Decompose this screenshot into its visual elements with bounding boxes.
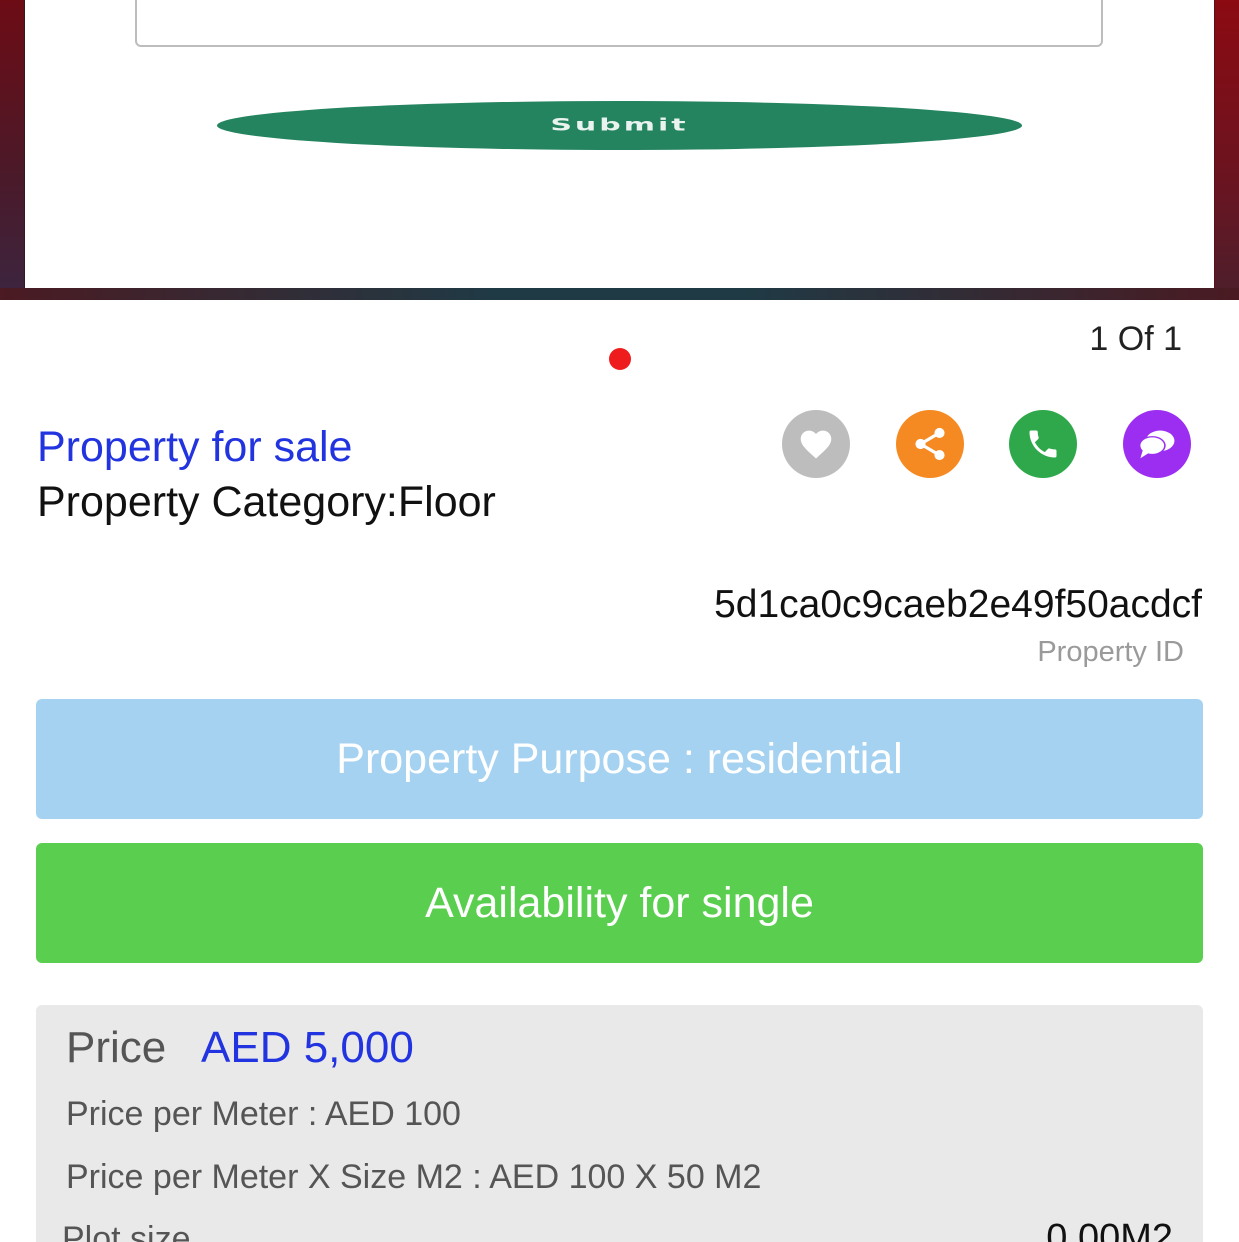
listing-category: Property Category:Floor: [37, 478, 496, 526]
plot-size-label: Plot size: [62, 1220, 191, 1242]
phone-icon: [1029, 430, 1057, 458]
carousel-frame-right: [1215, 0, 1239, 300]
heart-icon: [800, 430, 832, 459]
call-button[interactable]: [1009, 410, 1077, 478]
chat-button[interactable]: [1123, 410, 1191, 478]
screenshot-submit-button: Submit: [217, 101, 1022, 150]
property-id-value: 5d1ca0c9caeb2e49f50acdcf: [714, 583, 1202, 626]
share-icon: [915, 427, 945, 461]
price-per-meter-size: Price per Meter X Size M2 : AED 100 X 50…: [66, 1158, 762, 1196]
plot-size-value: 0.00M2: [1046, 1217, 1173, 1242]
property-purpose-badge: Property Purpose : residential: [36, 699, 1203, 819]
share-button[interactable]: [896, 410, 964, 478]
chat-icon: [1138, 430, 1175, 459]
image-counter: 1 Of 1: [1089, 320, 1182, 358]
screenshot-submit-label: Submit: [550, 115, 689, 136]
carousel-frame-left: [0, 0, 24, 300]
availability-badge: Availability for single: [36, 843, 1203, 963]
property-purpose-text: Property Purpose : residential: [336, 734, 903, 783]
property-id-label: Property ID: [1037, 636, 1184, 668]
image-carousel[interactable]: Submit: [0, 0, 1239, 300]
price-value: AED 5,000: [201, 1023, 414, 1072]
carousel-page-indicator[interactable]: [609, 348, 631, 370]
carousel-frame-bottom: [0, 288, 1239, 300]
favorite-button[interactable]: [782, 410, 850, 478]
price-label: Price: [66, 1023, 167, 1072]
price-card: Price AED 5,000 Price per Meter : AED 10…: [36, 1005, 1203, 1242]
price-per-meter: Price per Meter : AED 100: [66, 1095, 461, 1133]
screenshot-textarea: [135, 0, 1103, 47]
listing-title: Property for sale: [37, 423, 353, 471]
availability-text: Availability for single: [425, 878, 814, 927]
